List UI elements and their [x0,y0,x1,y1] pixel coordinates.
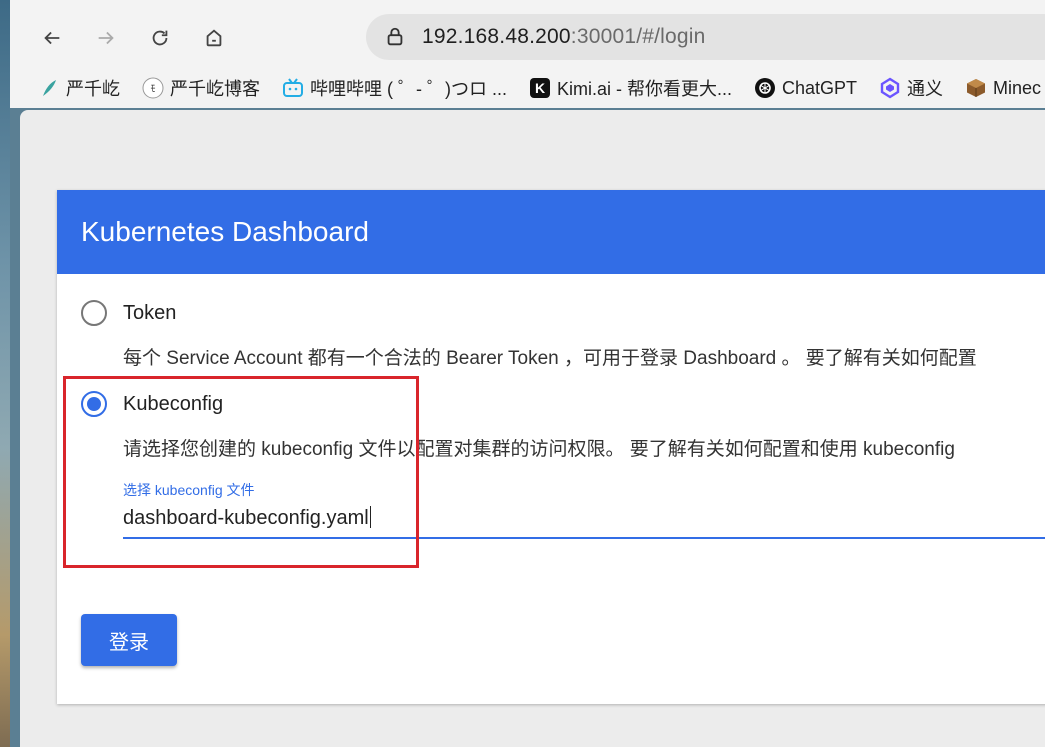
url-path: :30001/#/login [570,25,706,48]
bilibili-icon [282,77,304,99]
bookmark-yanqianyi-blog[interactable]: ﾓ 严千屹博客 [142,75,260,101]
chatgpt-icon [754,77,776,99]
feather-icon [38,77,60,99]
annotation-highlight-box [63,376,419,568]
bookmark-yanqianyi[interactable]: 严千屹 [38,75,120,101]
bookmark-bilibili[interactable]: 哔哩哔哩 ( ゜- ゜)つロ ... [282,75,507,101]
kimi-icon: K [529,77,551,99]
token-label: Token [123,301,177,324]
blog-logo-icon: ﾓ [142,77,164,99]
address-bar[interactable]: 192.168.48.200:30001/#/login [366,14,1045,60]
url-host: 192.168.48.200 [422,25,571,48]
lock-icon[interactable] [384,26,406,48]
bookmarks-bar: 严千屹 ﾓ 严千屹博客 哔哩哔哩 ( ゜- ゜)つロ ... K Kimi.ai… [38,74,1045,102]
home-icon [206,29,222,47]
bookmark-label: 严千屹博客 [170,79,260,99]
bookmark-chatgpt[interactable]: ChatGPT [754,77,857,99]
bookmark-label: Kimi.ai - 帮你看更大... [557,79,733,99]
bookmark-kimi[interactable]: K Kimi.ai - 帮你看更大... [529,75,732,101]
page-title: Kubernetes Dashboard [81,216,369,247]
reload-icon [152,30,168,46]
forward-button[interactable] [90,22,122,54]
token-radio[interactable] [81,300,107,326]
reload-button[interactable] [144,22,176,54]
bookmark-minecraft[interactable]: Minec [965,77,1041,99]
bookmark-label: 通义 [907,79,944,99]
bookmark-label: 哔哩哔哩 ( ゜- ゜)つロ ... [310,79,507,99]
token-option[interactable]: Token [81,300,176,326]
browser-toolbar: 192.168.48.200:30001/#/login 严千屹 ﾓ 严千屹博客… [10,0,1045,108]
card-header: Kubernetes Dashboard [57,190,1045,274]
svg-text:K: K [535,80,545,96]
arrow-left-icon [44,31,60,45]
token-description: 每个 Service Account 都有一个合法的 Bearer Token … [123,348,977,369]
bookmark-label: Minec [993,77,1042,98]
bookmark-label: 严千屹 [66,79,120,99]
bookmark-tongyi[interactable]: 通义 [879,75,943,101]
desktop-background [0,0,10,747]
minecraft-icon [965,77,987,99]
login-button[interactable]: 登录 [81,614,177,666]
bookmark-label: ChatGPT [782,77,858,98]
url-text[interactable]: 192.168.48.200:30001/#/login [422,25,706,49]
arrow-right-icon [98,31,114,45]
svg-text:ﾓ: ﾓ [151,84,156,95]
tongyi-icon [879,77,901,99]
back-button[interactable] [36,22,68,54]
home-button[interactable] [198,22,230,54]
